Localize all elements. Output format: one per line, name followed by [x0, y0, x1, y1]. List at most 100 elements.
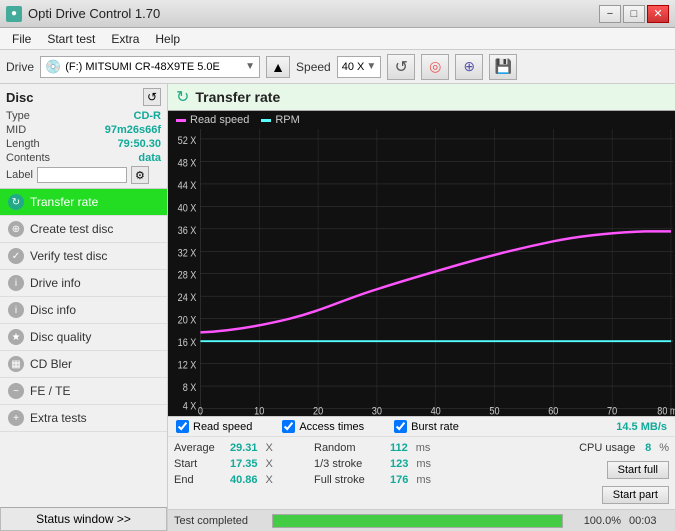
nav-item-disc-info[interactable]: i Disc info [0, 297, 167, 324]
progress-bar-container: Test completed 100.0% 00:03 [168, 509, 675, 531]
svg-text:44 X: 44 X [178, 180, 197, 192]
drive-label: Drive [6, 60, 34, 74]
svg-text:60: 60 [548, 406, 558, 416]
test-completed-label: Test completed [174, 515, 264, 527]
disc-mid-value: 97m26s66f [105, 124, 161, 136]
check-read-speed: Read speed [176, 420, 252, 433]
status-window-button[interactable]: Status window >> [0, 507, 167, 531]
stat-onethird-unit: ms [416, 458, 431, 470]
eject-button[interactable]: ▲ [266, 56, 290, 78]
disc-label-input[interactable] [37, 167, 127, 183]
svg-text:70: 70 [607, 406, 617, 416]
burst-rate-value: 14.5 MB/s [616, 421, 667, 433]
erase-button[interactable]: ◎ [421, 54, 449, 80]
chart-icon: ↻ [176, 87, 189, 107]
refresh-drive-button[interactable]: ↺ [387, 54, 415, 80]
checkbox-burst-rate[interactable] [394, 420, 407, 433]
maximize-button[interactable]: □ [623, 5, 645, 23]
menu-extra[interactable]: Extra [103, 30, 147, 48]
start-full-button[interactable]: Start full [607, 461, 669, 479]
nav-item-verify-test-disc[interactable]: ✓ Verify test disc [0, 243, 167, 270]
drive-value: (F:) MITSUMI CR-48X9TE 5.0E [65, 61, 241, 73]
disc-length-key: Length [6, 138, 40, 150]
svg-text:0: 0 [198, 406, 203, 416]
main-layout: Disc ↺ Type CD-R MID 97m26s66f Length 79… [0, 84, 675, 531]
disc-contents-value: data [138, 152, 161, 164]
svg-text:20: 20 [313, 406, 323, 416]
checkbox-read-speed[interactable] [176, 420, 189, 433]
stat-cpu-row: CPU usage 8 % [579, 440, 669, 456]
stat-start-row: Start 17.35 X [174, 456, 314, 472]
disc-section: Disc ↺ Type CD-R MID 97m26s66f Length 79… [0, 84, 167, 189]
progress-bar-inner [273, 515, 562, 527]
disc-contents-key: Contents [6, 152, 50, 164]
stat-onethird-row: 1/3 stroke 123 ms [314, 456, 464, 472]
svg-text:4 X: 4 X [183, 401, 197, 413]
close-button[interactable]: ✕ [647, 5, 669, 23]
disc-type-value: CD-R [134, 110, 162, 122]
nav-icon-extra-tests: + [8, 410, 24, 426]
nav-label-extra-tests: Extra tests [30, 411, 87, 425]
menu-bar: File Start test Extra Help [0, 28, 675, 50]
chart-svg: 52 X 48 X 44 X 40 X 36 X 32 X 28 X 24 X … [168, 129, 675, 416]
nav-label-disc-quality: Disc quality [30, 330, 91, 344]
nav-item-transfer-rate[interactable]: ↻ Transfer rate [0, 189, 167, 216]
start-part-button[interactable]: Start part [602, 486, 669, 504]
nav-label-drive-info: Drive info [30, 276, 81, 290]
stat-onethird-value: 123 [390, 458, 408, 470]
copy-button[interactable]: ⊕ [455, 54, 483, 80]
nav-item-cd-bler[interactable]: ▦ CD Bler [0, 351, 167, 378]
legend-rpm-label: RPM [275, 114, 299, 126]
stats-col1: Average 29.31 X Start 17.35 X End 40.86 … [174, 440, 314, 506]
svg-text:32 X: 32 X [178, 247, 197, 259]
progress-percent: 100.0% [571, 515, 621, 527]
nav-icon-verify-test-disc: ✓ [8, 248, 24, 264]
menu-start-test[interactable]: Start test [39, 30, 103, 48]
title-bar: ● Opti Drive Control 1.70 − □ ✕ [0, 0, 675, 28]
stat-random-row: Random 112 ms [314, 440, 464, 456]
svg-text:28 X: 28 X [178, 270, 197, 282]
nav-icon-disc-quality: ★ [8, 329, 24, 345]
disc-refresh-button[interactable]: ↺ [143, 88, 161, 106]
stat-cpu-unit: % [659, 442, 669, 454]
legend-rpm: RPM [261, 114, 299, 126]
nav-item-drive-info[interactable]: i Drive info [0, 270, 167, 297]
save-button[interactable]: 💾 [489, 54, 517, 80]
checkboxes-row: Read speed Access times Burst rate 14.5 … [168, 417, 675, 437]
speed-selector[interactable]: 40 X ▼ [337, 56, 382, 78]
stat-fullstroke-key: Full stroke [314, 474, 384, 486]
disc-label-row: Label ⚙ [6, 166, 161, 184]
stat-fullstroke-value: 176 [390, 474, 408, 486]
chart-area: 52 X 48 X 44 X 40 X 36 X 32 X 28 X 24 X … [168, 129, 675, 416]
svg-text:36 X: 36 X [178, 225, 197, 237]
stats-col3: CPU usage 8 % Start full Start part [464, 440, 669, 506]
progress-time: 00:03 [629, 515, 669, 527]
stat-average-row: Average 29.31 X [174, 440, 314, 456]
menu-help[interactable]: Help [147, 30, 188, 48]
stat-end-row: End 40.86 X [174, 472, 314, 488]
nav-item-fe-te[interactable]: ~ FE / TE [0, 378, 167, 405]
stats-grid: Average 29.31 X Start 17.35 X End 40.86 … [168, 437, 675, 509]
minimize-button[interactable]: − [599, 5, 621, 23]
stat-average-unit: X [266, 442, 273, 454]
drive-selector[interactable]: 💿 (F:) MITSUMI CR-48X9TE 5.0E ▼ [40, 56, 260, 78]
nav-item-disc-quality[interactable]: ★ Disc quality [0, 324, 167, 351]
nav-item-create-test-disc[interactable]: ⊕ Create test disc [0, 216, 167, 243]
checkbox-access-times[interactable] [282, 420, 295, 433]
nav-icon-cd-bler: ▦ [8, 356, 24, 372]
speed-label: Speed [296, 60, 331, 74]
stat-start-part-row: Start part [602, 484, 669, 506]
svg-text:52 X: 52 X [178, 135, 197, 147]
nav-menu: ↻ Transfer rate ⊕ Create test disc ✓ Ver… [0, 189, 167, 507]
nav-icon-fe-te: ~ [8, 383, 24, 399]
nav-item-extra-tests[interactable]: + Extra tests [0, 405, 167, 432]
svg-text:20 X: 20 X [178, 315, 197, 327]
disc-type-row: Type CD-R [6, 110, 161, 122]
disc-label-icon-button[interactable]: ⚙ [131, 166, 149, 184]
content-area: ↻ Transfer rate Read speed RPM 52 X [168, 84, 675, 531]
nav-icon-disc-info: i [8, 302, 24, 318]
disc-length-value: 79:50.30 [118, 138, 161, 150]
menu-file[interactable]: File [4, 30, 39, 48]
stat-random-value: 112 [390, 442, 408, 454]
stats-col2: Random 112 ms 1/3 stroke 123 ms Full str… [314, 440, 464, 506]
